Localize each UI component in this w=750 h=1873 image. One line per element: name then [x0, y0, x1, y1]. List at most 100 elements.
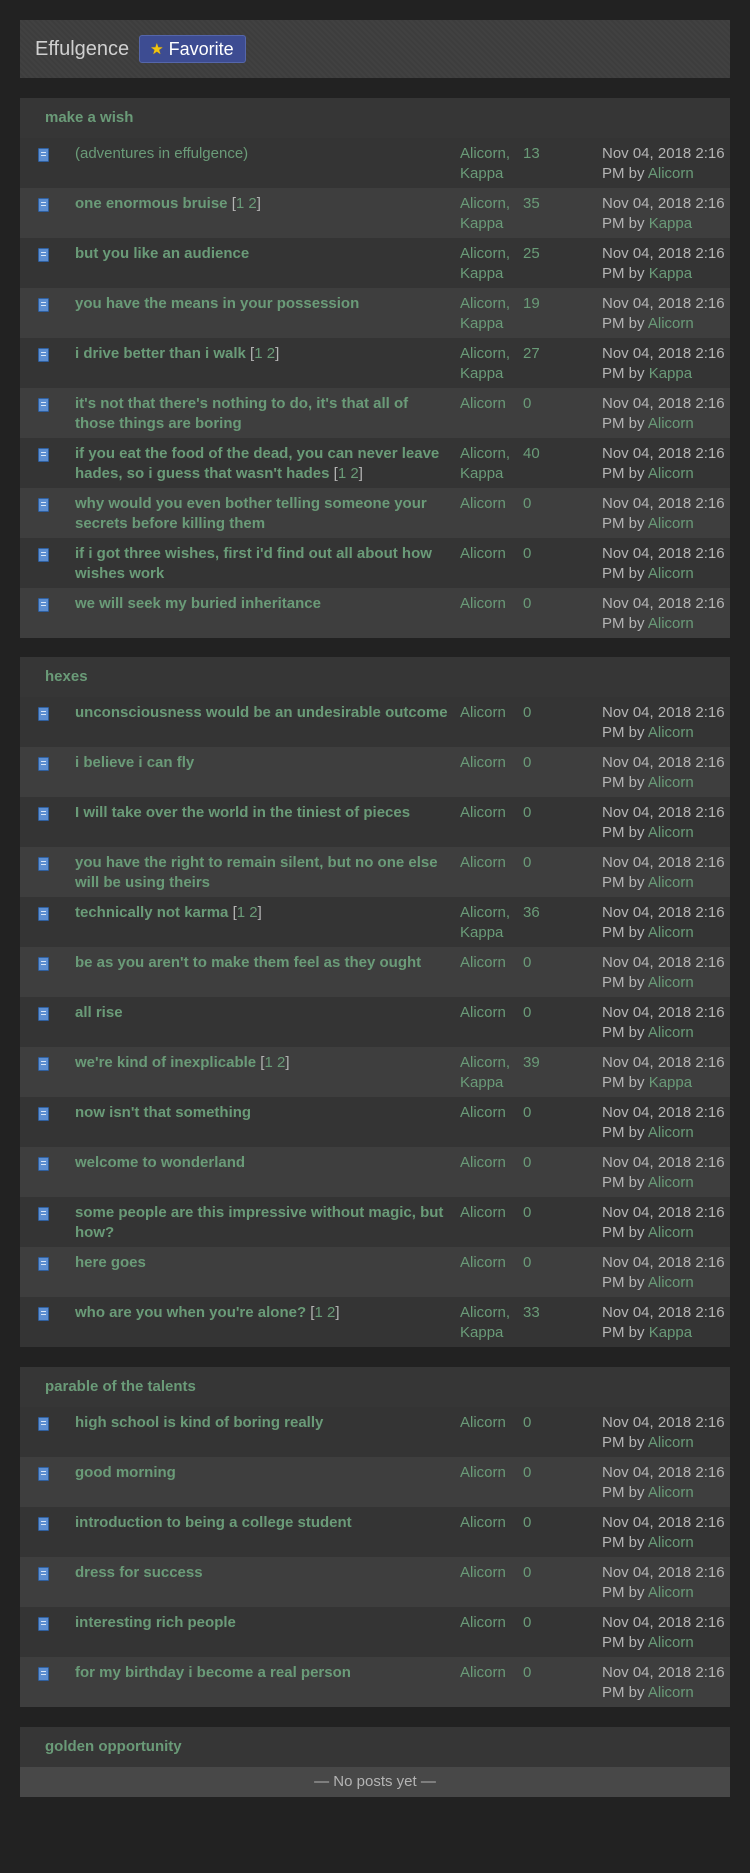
reply-count[interactable]: 40: [523, 444, 540, 464]
reply-count[interactable]: 0: [523, 494, 531, 514]
last-updated-author[interactable]: Alicorn: [648, 465, 694, 482]
reply-count[interactable]: 13: [523, 144, 540, 164]
reply-count[interactable]: 33: [523, 1303, 540, 1323]
last-updated-author[interactable]: Alicorn: [648, 1434, 694, 1451]
post-title-link[interactable]: but you like an audience: [75, 245, 249, 262]
last-updated-author[interactable]: Alicorn: [648, 565, 694, 582]
post-authors[interactable]: Alicorn: [460, 594, 520, 614]
reply-count[interactable]: 0: [523, 1413, 531, 1433]
reply-count[interactable]: 0: [523, 1613, 531, 1633]
post-title-link[interactable]: introduction to being a college student: [75, 1514, 352, 1531]
page-link[interactable]: 2: [267, 345, 275, 362]
reply-count[interactable]: 0: [523, 544, 531, 564]
last-updated-author[interactable]: Alicorn: [648, 1024, 694, 1041]
last-updated-author[interactable]: Alicorn: [648, 774, 694, 791]
board-title[interactable]: hexes: [20, 657, 730, 697]
last-updated-author[interactable]: Alicorn: [648, 1684, 694, 1701]
last-updated-author[interactable]: Alicorn: [648, 1484, 694, 1501]
post-title-link[interactable]: one enormous bruise: [75, 195, 228, 212]
reply-count[interactable]: 0: [523, 594, 531, 614]
page-link[interactable]: 2: [350, 465, 358, 482]
last-updated-author[interactable]: Alicorn: [648, 1634, 694, 1651]
post-authors[interactable]: Alicorn: [460, 394, 520, 414]
post-authors[interactable]: Alicorn: [460, 1103, 520, 1123]
last-updated-author[interactable]: Alicorn: [648, 724, 694, 741]
last-updated-author[interactable]: Kappa: [649, 215, 692, 232]
last-updated-author[interactable]: Alicorn: [648, 824, 694, 841]
post-title-link[interactable]: high school is kind of boring really: [75, 1414, 323, 1431]
post-authors[interactable]: Alicorn: [460, 544, 520, 564]
post-title-link[interactable]: unconsciousness would be an undesirable …: [75, 704, 448, 721]
reply-count[interactable]: 0: [523, 1003, 531, 1023]
post-authors[interactable]: Alicorn, Kappa: [460, 444, 520, 484]
post-authors[interactable]: Alicorn: [460, 803, 520, 823]
post-authors[interactable]: Alicorn: [460, 1253, 520, 1273]
last-updated-author[interactable]: Alicorn: [648, 515, 694, 532]
post-title-link[interactable]: be as you aren't to make them feel as th…: [75, 954, 421, 971]
post-title-link[interactable]: now isn't that something: [75, 1104, 251, 1121]
last-updated-author[interactable]: Alicorn: [648, 415, 694, 432]
page-link[interactable]: 1: [264, 1054, 272, 1071]
last-updated-author[interactable]: Alicorn: [648, 874, 694, 891]
post-title-link[interactable]: dress for success: [75, 1564, 203, 1581]
reply-count[interactable]: 27: [523, 344, 540, 364]
board-title[interactable]: parable of the talents: [20, 1367, 730, 1407]
last-updated-author[interactable]: Alicorn: [648, 1174, 694, 1191]
post-title-link[interactable]: all rise: [75, 1004, 123, 1021]
last-updated-author[interactable]: Alicorn: [648, 1584, 694, 1601]
last-updated-author[interactable]: Alicorn: [648, 1274, 694, 1291]
page-link[interactable]: 2: [249, 904, 257, 921]
reply-count[interactable]: 0: [523, 394, 531, 414]
board-title[interactable]: make a wish: [20, 98, 730, 138]
post-title-link[interactable]: here goes: [75, 1254, 146, 1271]
post-authors[interactable]: Alicorn: [460, 853, 520, 873]
post-authors[interactable]: Alicorn, Kappa: [460, 1053, 520, 1093]
post-authors[interactable]: Alicorn, Kappa: [460, 194, 520, 234]
page-link[interactable]: 2: [327, 1304, 335, 1321]
reply-count[interactable]: 0: [523, 803, 531, 823]
last-updated-author[interactable]: Kappa: [649, 1074, 692, 1091]
post-authors[interactable]: Alicorn, Kappa: [460, 244, 520, 284]
page-link[interactable]: 1: [338, 465, 346, 482]
reply-count[interactable]: 0: [523, 1463, 531, 1483]
reply-count[interactable]: 25: [523, 244, 540, 264]
post-authors[interactable]: Alicorn: [460, 1563, 520, 1583]
reply-count[interactable]: 19: [523, 294, 540, 314]
last-updated-author[interactable]: Alicorn: [648, 1124, 694, 1141]
last-updated-author[interactable]: Alicorn: [648, 615, 694, 632]
post-authors[interactable]: Alicorn: [460, 1203, 520, 1223]
post-title-link[interactable]: you have the right to remain silent, but…: [75, 854, 438, 891]
post-title-link[interactable]: it's not that there's nothing to do, it'…: [75, 395, 408, 432]
reply-count[interactable]: 0: [523, 853, 531, 873]
last-updated-author[interactable]: Kappa: [649, 265, 692, 282]
post-authors[interactable]: Alicorn: [460, 1003, 520, 1023]
page-link[interactable]: 1: [237, 904, 245, 921]
last-updated-author[interactable]: Kappa: [649, 1324, 692, 1341]
reply-count[interactable]: 0: [523, 753, 531, 773]
last-updated-author[interactable]: Alicorn: [648, 924, 694, 941]
post-authors[interactable]: Alicorn, Kappa: [460, 344, 520, 384]
page-link[interactable]: 1: [254, 345, 262, 362]
post-authors[interactable]: Alicorn: [460, 1613, 520, 1633]
reply-count[interactable]: 36: [523, 903, 540, 923]
page-link[interactable]: 2: [277, 1054, 285, 1071]
post-title-link[interactable]: some people are this impressive without …: [75, 1204, 443, 1241]
post-title-link[interactable]: you have the means in your possession: [75, 295, 359, 312]
reply-count[interactable]: 0: [523, 703, 531, 723]
post-title-link[interactable]: i drive better than i walk: [75, 345, 246, 362]
post-title-link[interactable]: we will seek my buried inheritance: [75, 595, 321, 612]
last-updated-author[interactable]: Kappa: [649, 365, 692, 382]
post-authors[interactable]: Alicorn, Kappa: [460, 903, 520, 943]
reply-count[interactable]: 0: [523, 953, 531, 973]
reply-count[interactable]: 39: [523, 1053, 540, 1073]
post-authors[interactable]: Alicorn: [460, 1413, 520, 1433]
page-link[interactable]: 1: [236, 195, 244, 212]
last-updated-author[interactable]: Alicorn: [648, 315, 694, 332]
reply-count[interactable]: 0: [523, 1563, 531, 1583]
post-authors[interactable]: Alicorn: [460, 703, 520, 723]
last-updated-author[interactable]: Alicorn: [648, 1534, 694, 1551]
reply-count[interactable]: 0: [523, 1153, 531, 1173]
post-authors[interactable]: Alicorn, Kappa: [460, 1303, 520, 1343]
post-title-link[interactable]: I will take over the world in the tinies…: [75, 804, 410, 821]
last-updated-author[interactable]: Alicorn: [648, 165, 694, 182]
